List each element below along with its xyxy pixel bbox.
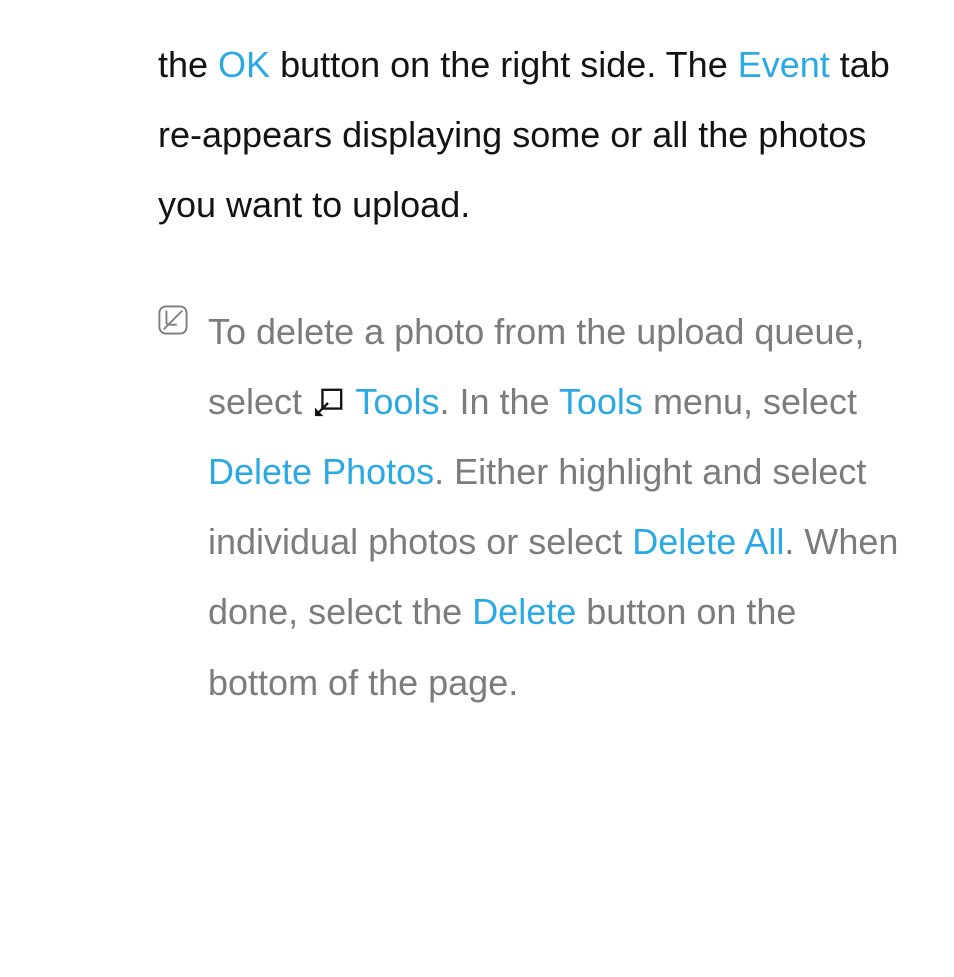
tools-menu-label: Tools xyxy=(559,381,643,422)
text-segment: the xyxy=(158,44,218,85)
delete-all-label: Delete All xyxy=(632,521,784,562)
document-page: the OK button on the right side. The Eve… xyxy=(0,0,954,977)
note-block: To delete a photo from the upload queue,… xyxy=(158,297,904,718)
delete-photos-label: Delete Photos xyxy=(208,451,434,492)
tools-label: Tools xyxy=(355,381,439,422)
note-icon xyxy=(158,305,188,335)
text-segment: menu, select xyxy=(643,381,857,422)
text-segment: . In the xyxy=(439,381,558,422)
note-text: To delete a photo from the upload queue,… xyxy=(208,297,904,718)
event-label: Event xyxy=(738,44,830,85)
text-segment: button on the right side. The xyxy=(270,44,738,85)
ok-label: OK xyxy=(218,44,270,85)
delete-button-label: Delete xyxy=(472,591,576,632)
external-window-arrow-icon xyxy=(314,370,344,400)
paragraph-continuation: the OK button on the right side. The Eve… xyxy=(158,30,904,241)
